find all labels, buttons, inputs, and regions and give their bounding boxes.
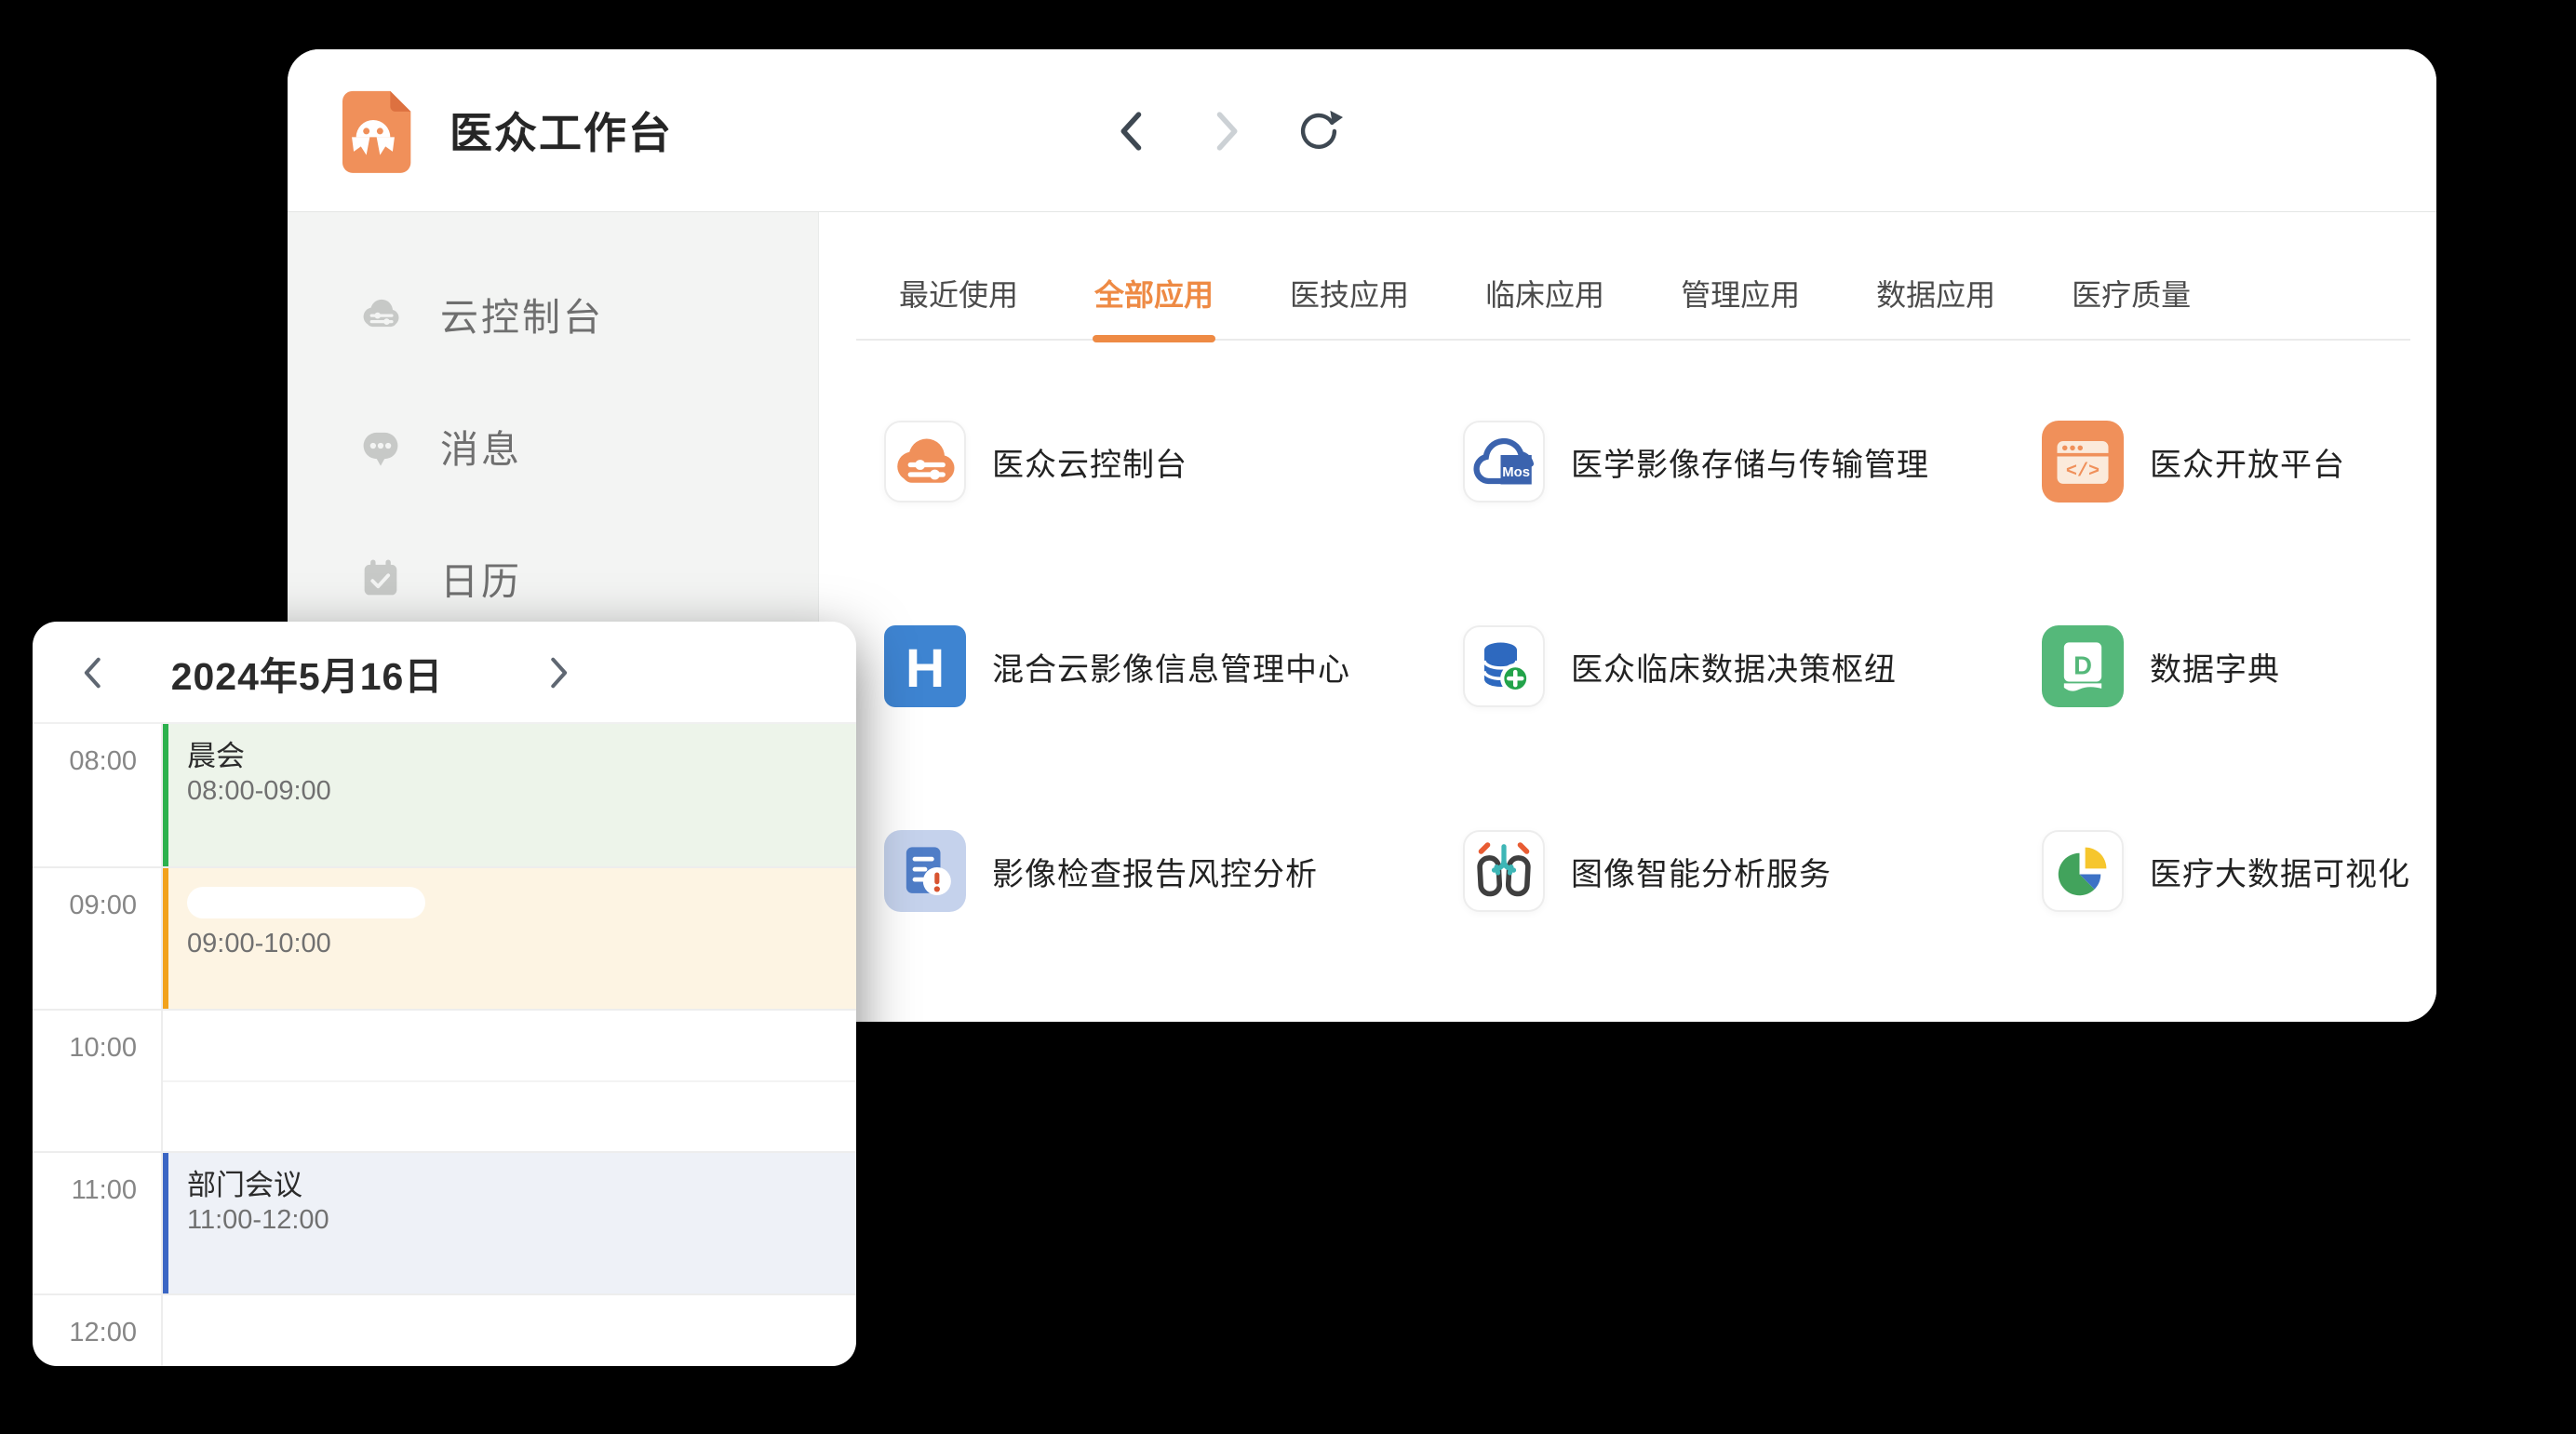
sidebar-item-calendar[interactable]: 日历 — [288, 536, 818, 620]
time-slot[interactable]: 09:00-10:00 — [161, 868, 856, 1009]
pie-chart-icon — [2042, 830, 2124, 912]
event-morning-meeting[interactable]: 晨会 08:00-09:00 — [163, 724, 856, 866]
app-open-platform[interactable]: </> 医众开放平台 — [2042, 421, 2410, 625]
app-report-risk-analysis[interactable]: 影像检查报告风控分析 — [884, 830, 1463, 1022]
hour-row-0800: 08:00 晨会 08:00-09:00 — [33, 724, 856, 866]
back-button[interactable] — [1107, 105, 1159, 157]
lungs-icon — [1463, 830, 1545, 912]
app-launcher-content: 最近使用 全部应用 医技应用 临床应用 管理应用 数据应用 医疗质量 — [819, 212, 2436, 1022]
cloud-console-icon — [356, 289, 405, 338]
refresh-icon — [1295, 107, 1343, 155]
calendar-next-day-button[interactable] — [526, 622, 591, 724]
dictionary-book-icon: D — [2042, 625, 2124, 707]
event-department-meeting[interactable]: 部门会议 11:00-12:00 — [163, 1153, 856, 1293]
sidebar-item-label: 日历 — [440, 550, 522, 606]
refresh-button[interactable] — [1293, 105, 1345, 157]
time-slot[interactable]: 部门会议 11:00-12:00 — [161, 1153, 856, 1293]
calendar-prev-day-button[interactable] — [60, 622, 126, 724]
code-window-icon: </> — [2042, 421, 2124, 503]
app-data-dictionary[interactable]: D 数据字典 — [2042, 625, 2410, 830]
hour-row-0900: 09:00 09:00-10:00 — [33, 866, 856, 1009]
app-label: 医众开放平台 — [2150, 439, 2345, 485]
hour-row-1200: 12:00 — [33, 1293, 856, 1366]
event-time: 11:00-12:00 — [187, 1204, 856, 1236]
redacted-title-pill — [187, 887, 425, 918]
app-label: 医众云控制台 — [992, 439, 1187, 485]
sidebar-item-cloud-console[interactable]: 云控制台 — [288, 272, 818, 355]
calendar-header: 2024年5月16日 — [33, 622, 856, 724]
hour-row-1000: 10:00 — [33, 1009, 856, 1151]
time-label: 10:00 — [33, 1011, 161, 1151]
time-slot[interactable]: 晨会 08:00-09:00 — [161, 724, 856, 866]
svg-text:</>: </> — [2066, 462, 2100, 483]
hour-row-1100: 11:00 部门会议 11:00-12:00 — [33, 1151, 856, 1293]
svg-text:H: H — [906, 638, 945, 699]
sidebar-item-messages[interactable]: 消息 — [288, 404, 818, 488]
event-time: 08:00-09:00 — [187, 775, 856, 807]
time-label: 09:00 — [33, 868, 161, 1009]
calendar-panel: 2024年5月16日 08:00 晨会 08:00-09:00 09:00 — [33, 622, 856, 1366]
window-header: 医众工作台 — [288, 49, 2436, 212]
mos-cloud-icon: Mos — [1463, 421, 1545, 503]
chevron-right-icon — [544, 654, 572, 691]
app-image-ai-analysis[interactable]: 图像智能分析服务 — [1463, 830, 2042, 1022]
report-alert-icon — [884, 830, 966, 912]
app-clinical-data-hub[interactable]: 医众临床数据决策枢纽 — [1463, 625, 2042, 830]
app-cloud-console[interactable]: 医众云控制台 — [884, 421, 1463, 625]
calendar-date-label: 2024年5月16日 — [154, 622, 461, 724]
forward-button[interactable] — [1200, 105, 1252, 157]
event-title: 晨会 — [187, 740, 856, 773]
app-hybrid-cloud-imaging[interactable]: H 混合云影像信息管理中心 — [884, 625, 1463, 830]
tab-clinical-apps[interactable]: 临床应用 — [1485, 272, 1604, 339]
cloud-sliders-icon — [884, 421, 966, 503]
app-label: 医众临床数据决策枢纽 — [1571, 644, 1897, 690]
time-label: 12:00 — [33, 1295, 161, 1366]
event-time: 09:00-10:00 — [187, 928, 856, 959]
event-title: 部门会议 — [187, 1169, 856, 1202]
chevron-left-icon — [1114, 107, 1151, 155]
svg-text:Mos: Mos — [1502, 465, 1530, 480]
chevron-right-icon — [1207, 107, 1244, 155]
app-image-storage-transfer[interactable]: Mos 医学影像存储与传输管理 — [1463, 421, 2042, 625]
app-label: 影像检查报告风控分析 — [992, 849, 1318, 894]
app-grid: 医众云控制台 Mos 医学影像存储 — [856, 421, 2410, 1022]
tab-medical-quality[interactable]: 医疗质量 — [2072, 272, 2191, 339]
sidebar-item-label: 消息 — [440, 418, 522, 474]
desktop-background: 医众工作台 — [0, 0, 2576, 1434]
event-redacted[interactable]: 09:00-10:00 — [163, 868, 856, 1009]
calendar-icon — [356, 554, 405, 602]
app-label: 图像智能分析服务 — [1571, 849, 1831, 894]
nav-controls — [1107, 49, 1345, 212]
calendar-day-view: 08:00 晨会 08:00-09:00 09:00 09:00-10:00 — [33, 724, 856, 1366]
app-big-data-visualization[interactable]: 医疗大数据可视化 — [2042, 830, 2410, 1022]
time-label: 11:00 — [33, 1153, 161, 1293]
sidebar-item-label: 云控制台 — [440, 286, 604, 342]
h-tile-icon: H — [884, 625, 966, 707]
app-logo-icon — [332, 87, 414, 173]
app-label: 数据字典 — [2150, 644, 2280, 690]
tab-all-apps[interactable]: 全部应用 — [1094, 272, 1214, 339]
app-label: 医疗大数据可视化 — [2150, 849, 2410, 894]
window-title: 医众工作台 — [449, 100, 673, 161]
database-plus-icon — [1463, 625, 1545, 707]
app-label: 医学影像存储与传输管理 — [1571, 439, 1929, 485]
app-label: 混合云影像信息管理中心 — [992, 644, 1350, 690]
tab-data-apps[interactable]: 数据应用 — [1876, 272, 1995, 339]
tab-medtech-apps[interactable]: 医技应用 — [1290, 272, 1409, 339]
time-label: 08:00 — [33, 724, 161, 866]
time-slot[interactable] — [161, 1295, 856, 1366]
tab-recently-used[interactable]: 最近使用 — [899, 272, 1018, 339]
message-icon — [356, 422, 405, 470]
svg-text:D: D — [2073, 650, 2092, 679]
chevron-left-icon — [79, 654, 107, 691]
tabs-bar: 最近使用 全部应用 医技应用 临床应用 管理应用 数据应用 医疗质量 — [856, 212, 2410, 341]
time-slot[interactable] — [161, 1011, 856, 1151]
tab-admin-apps[interactable]: 管理应用 — [1681, 272, 1800, 339]
